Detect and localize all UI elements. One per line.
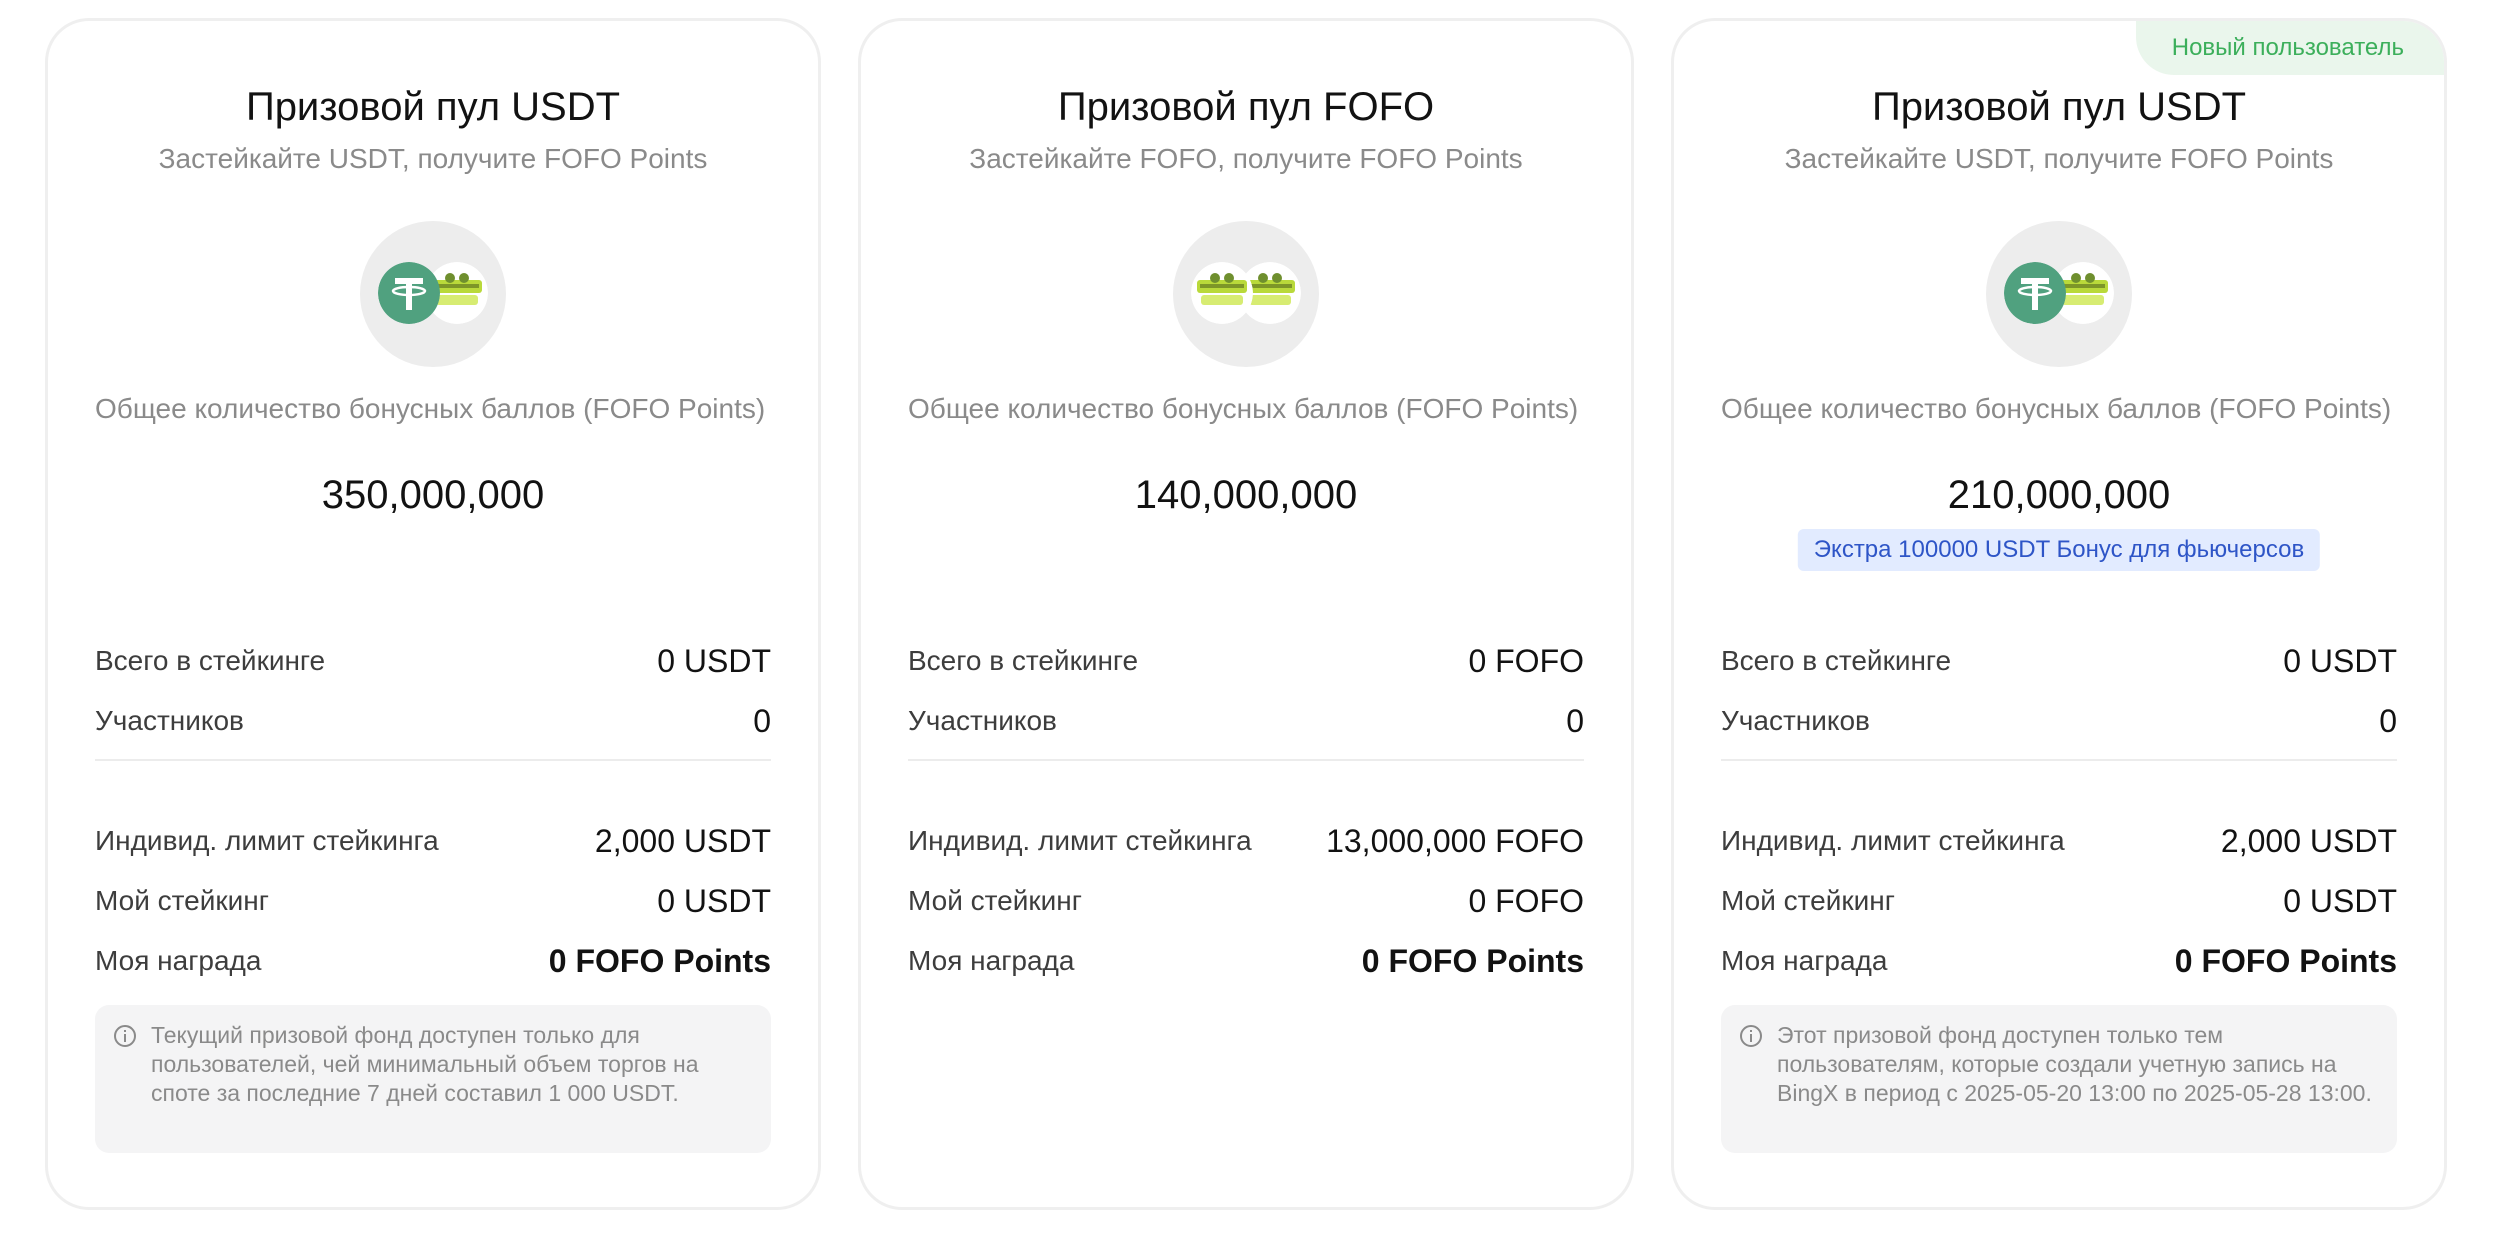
pool-logo xyxy=(1986,221,2132,367)
total-staked-row: Всего в стейкинге 0 USDT xyxy=(95,639,771,683)
total-points-value: 140,000,000 xyxy=(1134,473,1358,517)
total-staked-value: 0 FOFO xyxy=(1468,642,1584,679)
pool-card-usdt-new-user[interactable]: Новый пользователь Призовой пул USDT Зас… xyxy=(1671,18,2447,1210)
staking-limit-label: Индивид. лимит стейкинга xyxy=(1721,825,2065,856)
staking-limit-row: Индивид. лимит стейкинга 2,000 USDT xyxy=(95,819,771,863)
participants-row: Участников 0 xyxy=(908,699,1584,743)
pool-title: Призовой пул USDT xyxy=(1871,85,2247,129)
total-points-value: 350,000,000 xyxy=(321,473,545,517)
my-staking-label: Мой стейкинг xyxy=(95,885,269,916)
my-reward-value: 0 FOFO Points xyxy=(1361,942,1584,979)
total-staked-row: Всего в стейкинге 0 FOFO xyxy=(908,639,1584,683)
usdt-coin-icon xyxy=(2004,262,2066,324)
my-reward-value: 0 FOFO Points xyxy=(2174,942,2397,979)
participants-row: Участников 0 xyxy=(95,699,771,743)
new-user-badge: Новый пользователь xyxy=(2135,21,2444,75)
total-points-label: Общее количество бонусных баллов (FOFO P… xyxy=(908,393,1579,424)
total-staked-label: Всего в стейкинге xyxy=(1721,645,1952,676)
my-staking-label: Мой стейкинг xyxy=(908,885,1082,916)
pool-subtitle: Застейкайте USDT, получите FOFO Points xyxy=(158,143,708,174)
pool-card-usdt[interactable]: Призовой пул USDT Застейкайте USDT, полу… xyxy=(45,18,821,1210)
info-icon xyxy=(1740,1025,1762,1047)
my-staking-row: Мой стейкинг 0 USDT xyxy=(1721,879,2397,923)
my-reward-row: Моя награда 0 FOFO Points xyxy=(908,939,1584,983)
pool-subtitle: Застейкайте USDT, получите FOFO Points xyxy=(1784,143,2334,174)
futures-bonus-chip: Экстра 100000 USDT Бонус для фьючерсов xyxy=(1797,529,2321,571)
pool-logo xyxy=(1173,221,1319,367)
info-icon xyxy=(114,1025,136,1047)
usdt-coin-icon xyxy=(378,262,440,324)
my-staking-value: 0 FOFO xyxy=(1468,882,1584,919)
pool-title: Призовой пул FOFO xyxy=(1057,85,1435,129)
staking-limit-label: Индивид. лимит стейкинга xyxy=(908,825,1252,856)
my-staking-row: Мой стейкинг 0 FOFO xyxy=(908,879,1584,923)
staking-limit-value: 2,000 USDT xyxy=(2220,822,2397,859)
eligibility-note-text: Текущий призовой фонд доступен только дл… xyxy=(151,1022,699,1106)
my-reward-row: Моя награда 0 FOFO Points xyxy=(95,939,771,983)
total-staked-label: Всего в стейкинге xyxy=(95,645,326,676)
staking-limit-row: Индивид. лимит стейкинга 13,000,000 FOFO xyxy=(908,819,1584,863)
eligibility-note: Текущий призовой фонд доступен только дл… xyxy=(95,1005,771,1153)
my-reward-row: Моя награда 0 FOFO Points xyxy=(1721,939,2397,983)
staking-limit-value: 2,000 USDT xyxy=(594,822,771,859)
participants-label: Участников xyxy=(95,705,244,736)
total-points-label: Общее количество бонусных баллов (FOFO P… xyxy=(1721,393,2392,424)
divider xyxy=(95,759,771,761)
pool-subtitle: Застейкайте FOFO, получите FOFO Points xyxy=(969,143,1523,174)
eligibility-note: Этот призовой фонд доступен только тем п… xyxy=(1721,1005,2397,1153)
fofo-coin-icon xyxy=(1191,262,1253,324)
participants-label: Участников xyxy=(908,705,1057,736)
my-reward-label: Моя награда xyxy=(95,945,262,976)
total-points-value: 210,000,000 xyxy=(1947,473,2171,517)
total-points-label: Общее количество бонусных баллов (FOFO P… xyxy=(95,393,766,424)
divider xyxy=(908,759,1584,761)
pool-title: Призовой пул USDT xyxy=(245,85,621,129)
total-staked-value: 0 USDT xyxy=(657,642,771,679)
staking-pools-list: Призовой пул USDT Застейкайте USDT, полу… xyxy=(0,0,2496,1250)
total-staked-label: Всего в стейкинге xyxy=(908,645,1139,676)
my-reward-label: Моя награда xyxy=(1721,945,1888,976)
participants-value: 0 xyxy=(1566,702,1584,739)
participants-value: 0 xyxy=(2379,702,2397,739)
divider xyxy=(1721,759,2397,761)
my-reward-value: 0 FOFO Points xyxy=(548,942,771,979)
staking-limit-value: 13,000,000 FOFO xyxy=(1326,822,1584,859)
my-staking-value: 0 USDT xyxy=(2283,882,2397,919)
staking-limit-label: Индивид. лимит стейкинга xyxy=(95,825,439,856)
eligibility-note-text: Этот призовой фонд доступен только тем п… xyxy=(1777,1022,2372,1106)
participants-row: Участников 0 xyxy=(1721,699,2397,743)
pool-logo xyxy=(360,221,506,367)
my-staking-row: Мой стейкинг 0 USDT xyxy=(95,879,771,923)
my-reward-label: Моя награда xyxy=(908,945,1075,976)
total-staked-row: Всего в стейкинге 0 USDT xyxy=(1721,639,2397,683)
my-staking-value: 0 USDT xyxy=(657,882,771,919)
my-staking-label: Мой стейкинг xyxy=(1721,885,1895,916)
staking-limit-row: Индивид. лимит стейкинга 2,000 USDT xyxy=(1721,819,2397,863)
participants-value: 0 xyxy=(753,702,771,739)
total-staked-value: 0 USDT xyxy=(2283,642,2397,679)
pool-card-fofo[interactable]: Призовой пул FOFO Застейкайте FOFO, полу… xyxy=(858,18,1634,1210)
participants-label: Участников xyxy=(1721,705,1870,736)
